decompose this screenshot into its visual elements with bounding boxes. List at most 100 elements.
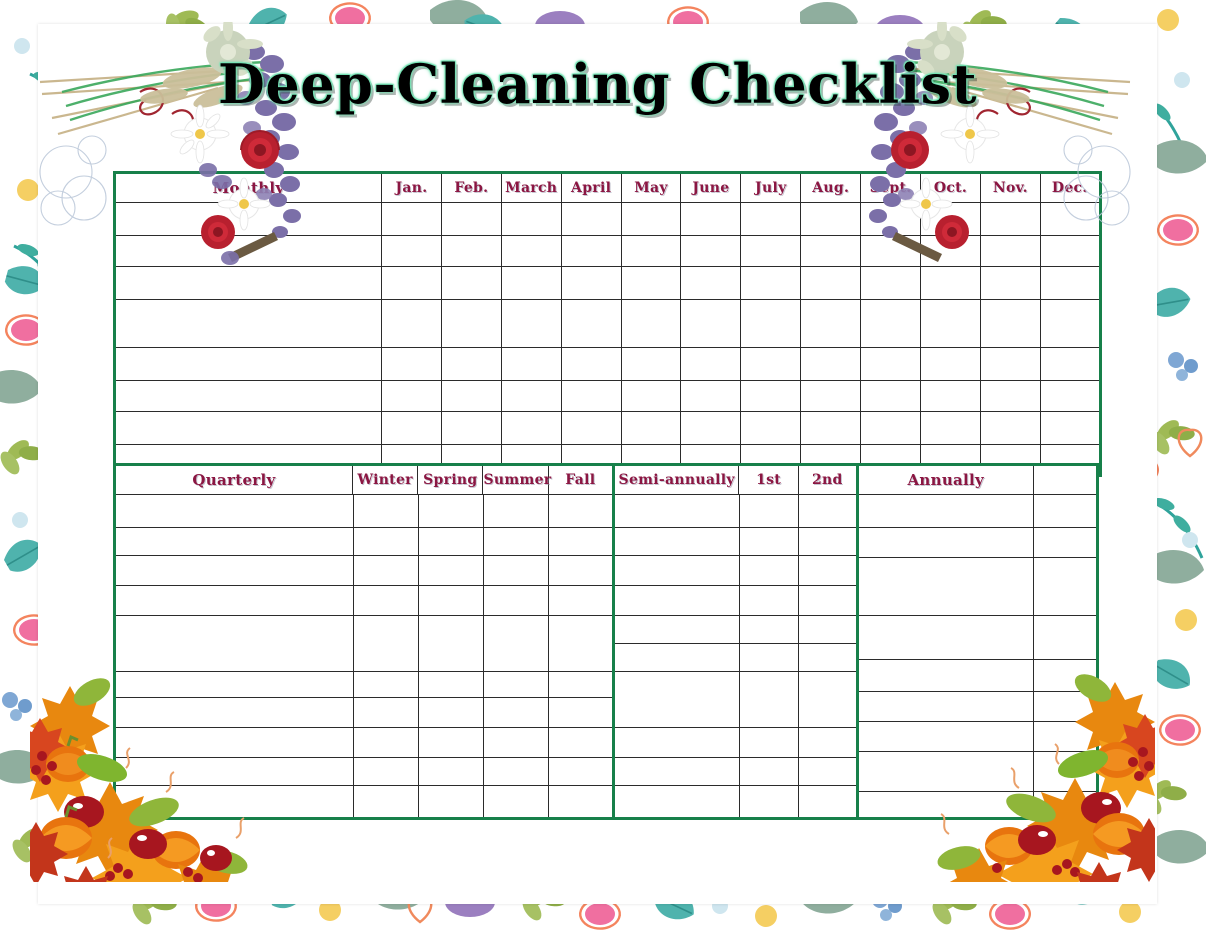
annually-row[interactable] (858, 658, 1098, 692)
quarterly-check-cell[interactable] (352, 670, 419, 698)
monthly-check-cell[interactable] (500, 347, 562, 381)
monthly-check-cell[interactable] (680, 235, 742, 267)
semiannually-check-cell[interactable] (798, 784, 858, 817)
annually-check-cell[interactable] (1033, 526, 1098, 558)
monthly-check-cell[interactable] (680, 380, 742, 412)
quarterly-check-cell[interactable] (482, 756, 549, 786)
semiannually-task-cell[interactable] (614, 614, 741, 644)
monthly-check-cell[interactable] (500, 202, 562, 236)
quarterly-check-cell[interactable] (352, 584, 419, 616)
monthly-check-cell[interactable] (620, 202, 682, 236)
semiannually-check-cell[interactable] (739, 726, 800, 758)
monthly-check-cell[interactable] (800, 411, 862, 445)
monthly-row[interactable] (114, 347, 1101, 381)
monthly-check-cell[interactable] (560, 202, 622, 236)
quarterly-task-cell[interactable] (116, 584, 354, 616)
semiannually-check-cell[interactable] (798, 554, 858, 586)
monthly-check-cell[interactable] (979, 299, 1041, 348)
quarterly-check-cell[interactable] (547, 784, 613, 817)
monthly-check-cell[interactable] (800, 266, 862, 300)
annually-row[interactable] (858, 750, 1098, 792)
monthly-check-cell[interactable] (920, 380, 981, 412)
annually-task-cell[interactable] (858, 750, 1035, 792)
monthly-check-cell[interactable] (740, 380, 802, 412)
monthly-check-cell[interactable] (740, 299, 802, 348)
semiannually-check-cell[interactable] (798, 614, 858, 644)
semiannually-check-cell[interactable] (739, 495, 800, 528)
annually-task-cell[interactable] (858, 658, 1035, 692)
quarterly-check-cell[interactable] (417, 784, 484, 817)
monthly-check-cell[interactable] (560, 347, 622, 381)
monthly-check-cell[interactable] (440, 266, 502, 300)
monthly-check-cell[interactable] (979, 347, 1041, 381)
quarterly-check-cell[interactable] (352, 526, 419, 556)
semiannually-row[interactable] (614, 756, 858, 786)
quarterly-check-cell[interactable] (547, 495, 613, 528)
semiannually-task-cell[interactable] (614, 495, 741, 528)
monthly-row[interactable] (114, 235, 1101, 267)
monthly-check-cell[interactable] (800, 235, 862, 267)
quarterly-check-cell[interactable] (482, 726, 549, 758)
quarterly-row[interactable] (116, 670, 613, 698)
quarterly-check-cell[interactable] (352, 495, 419, 528)
monthly-check-cell[interactable] (860, 266, 922, 300)
annually-task-cell[interactable] (858, 526, 1035, 558)
semiannually-task-cell[interactable] (614, 526, 741, 556)
annually-check-cell[interactable] (1033, 658, 1098, 692)
monthly-row[interactable] (114, 266, 1101, 300)
monthly-check-cell[interactable] (920, 299, 981, 348)
quarterly-task-cell[interactable] (116, 696, 354, 728)
monthly-check-cell[interactable] (620, 347, 682, 381)
monthly-check-cell[interactable] (740, 347, 802, 381)
monthly-check-cell[interactable] (500, 299, 562, 348)
monthly-row[interactable] (114, 299, 1101, 348)
quarterly-check-cell[interactable] (482, 554, 549, 586)
annually-row[interactable] (858, 495, 1098, 528)
semiannually-check-cell[interactable] (798, 495, 858, 528)
monthly-check-cell[interactable] (500, 380, 562, 412)
monthly-check-cell[interactable] (920, 411, 981, 445)
monthly-check-cell[interactable] (920, 347, 981, 381)
quarterly-task-cell[interactable] (116, 784, 354, 817)
semiannually-grid[interactable] (611, 494, 858, 819)
monthly-check-cell[interactable] (800, 202, 862, 236)
quarterly-check-cell[interactable] (417, 554, 484, 586)
monthly-task-cell[interactable] (114, 347, 382, 381)
monthly-check-cell[interactable] (381, 266, 442, 300)
quarterly-check-cell[interactable] (482, 584, 549, 616)
semiannually-check-cell[interactable] (739, 670, 800, 728)
monthly-check-cell[interactable] (1039, 266, 1101, 300)
quarterly-check-cell[interactable] (352, 756, 419, 786)
quarterly-check-cell[interactable] (547, 726, 613, 758)
monthly-check-cell[interactable] (979, 235, 1041, 267)
semiannually-task-cell[interactable] (614, 584, 741, 616)
quarterly-check-cell[interactable] (417, 726, 484, 758)
semiannually-task-cell[interactable] (614, 784, 741, 817)
monthly-check-cell[interactable] (1039, 347, 1101, 381)
quarterly-task-cell[interactable] (116, 726, 354, 758)
monthly-task-cell[interactable] (114, 411, 382, 445)
quarterly-check-cell[interactable] (352, 696, 419, 728)
quarterly-task-cell[interactable] (116, 495, 354, 528)
periodic-checklist-table[interactable]: Quarterly Winter Spring Summer Fall Semi-annu… (113, 463, 1099, 820)
semiannually-row[interactable] (614, 670, 858, 728)
quarterly-check-cell[interactable] (547, 670, 613, 698)
semiannually-check-cell[interactable] (798, 726, 858, 758)
monthly-check-cell[interactable] (860, 347, 922, 381)
monthly-check-cell[interactable] (1039, 202, 1101, 236)
annually-check-cell[interactable] (1033, 614, 1098, 660)
monthly-task-cell[interactable] (114, 202, 382, 236)
monthly-check-cell[interactable] (620, 235, 682, 267)
monthly-check-cell[interactable] (500, 235, 562, 267)
quarterly-check-cell[interactable] (482, 526, 549, 556)
monthly-check-cell[interactable] (860, 299, 922, 348)
quarterly-task-cell[interactable] (116, 526, 354, 556)
monthly-check-cell[interactable] (1039, 380, 1101, 412)
monthly-check-cell[interactable] (920, 266, 981, 300)
semiannually-check-cell[interactable] (798, 526, 858, 556)
quarterly-check-cell[interactable] (482, 784, 549, 817)
quarterly-check-cell[interactable] (482, 495, 549, 528)
monthly-task-cell[interactable] (114, 299, 382, 348)
annually-task-cell[interactable] (858, 720, 1035, 752)
monthly-row[interactable] (114, 202, 1101, 236)
